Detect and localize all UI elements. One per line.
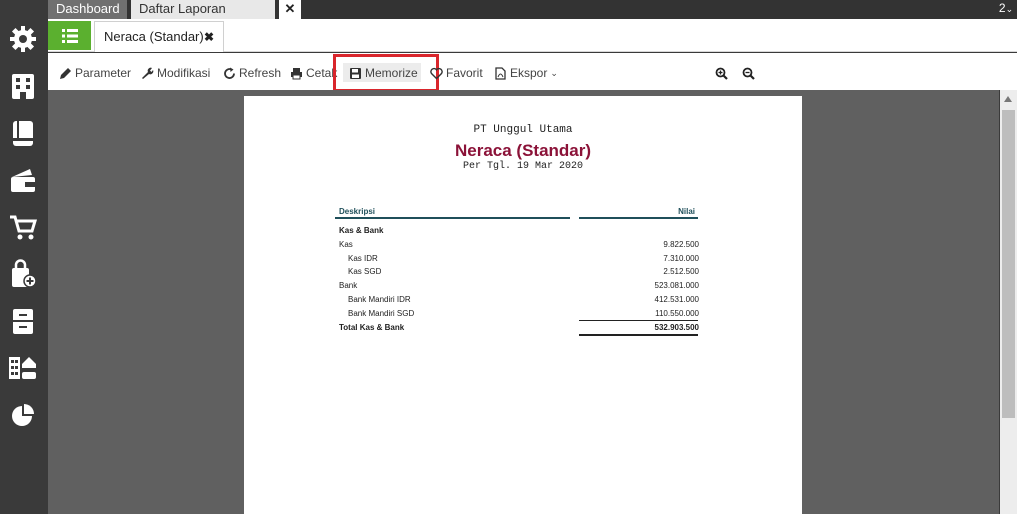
close-icon[interactable]: ✖: [204, 22, 214, 52]
report-viewer: PT Unggul Utama Neraca (Standar) Per Tgl…: [48, 90, 999, 514]
sidebar: [0, 0, 48, 514]
header-underline: [579, 217, 698, 219]
scroll-up-icon[interactable]: [1004, 96, 1012, 102]
pdf-export-icon: [495, 66, 506, 80]
ekspor-dropdown[interactable]: Ekspor ⌄: [494, 65, 558, 81]
parameter-button[interactable]: Parameter: [59, 65, 131, 81]
tab-neraca-standar[interactable]: Neraca (Standar) ✖: [94, 21, 224, 52]
app-window: Dashboard Daftar Laporan ✕ 2⌄ Neraca (St…: [0, 0, 1017, 514]
zoom-out-icon: [742, 67, 755, 80]
shopping-cart-icon[interactable]: [8, 212, 38, 242]
zoom-out-button[interactable]: [742, 65, 755, 81]
header-underline: [335, 217, 570, 219]
window-count-dropdown[interactable]: 2⌄: [995, 0, 1017, 19]
zoom-in-button[interactable]: [715, 65, 728, 81]
tab-daftar-laporan[interactable]: Daftar Laporan: [131, 0, 275, 19]
report-page: PT Unggul Utama Neraca (Standar) Per Tgl…: [244, 96, 802, 514]
table-row: Bank Mandiri IDR 412.531.000: [348, 295, 699, 304]
tab-dashboard[interactable]: Dashboard: [48, 0, 127, 19]
table-row: Kas 9.822.500: [339, 240, 699, 249]
table-row: Kas & Bank: [339, 226, 384, 235]
table-row: Bank 523.081.000: [339, 281, 699, 290]
scroll-thumb[interactable]: [1002, 110, 1015, 418]
ledger-book-icon[interactable]: [8, 118, 38, 148]
assets-building-car-icon[interactable]: [8, 353, 38, 383]
chevron-down-icon: ⌄: [550, 67, 558, 78]
list-icon: [61, 28, 78, 43]
list-menu-button[interactable]: [48, 21, 91, 50]
cabinet-icon[interactable]: [8, 306, 38, 336]
pencil-icon: [60, 67, 71, 79]
wrench-icon: [142, 67, 154, 79]
report-title: Neraca (Standar): [454, 141, 592, 160]
pie-chart-icon[interactable]: [8, 400, 38, 430]
total-top-line: [579, 320, 698, 321]
document-tab-row: Neraca (Standar) ✖: [48, 19, 1017, 52]
column-header-deskripsi: Deskripsi: [339, 207, 376, 216]
modifikasi-button[interactable]: Modifikasi: [141, 65, 210, 81]
cetak-button[interactable]: Cetak: [290, 65, 337, 81]
report-toolbar: Parameter Modifikasi Refresh Cetak Memor…: [48, 53, 1017, 92]
close-tab-icon[interactable]: ✕: [279, 0, 301, 19]
company-name: PT Unggul Utama: [473, 124, 573, 136]
top-tab-bar: Dashboard Daftar Laporan ✕ 2⌄: [48, 0, 1017, 19]
printer-icon: [291, 67, 302, 79]
refresh-icon: [224, 67, 235, 79]
total-bottom-line: [579, 334, 698, 336]
favorit-button[interactable]: Favorit: [430, 65, 483, 81]
refresh-button[interactable]: Refresh: [223, 65, 281, 81]
table-row: Kas SGD 2.512.500: [348, 267, 699, 276]
column-header-nilai: Nilai: [678, 207, 695, 216]
heart-icon: [430, 67, 443, 79]
window-count-label: 2: [998, 1, 1006, 15]
settings-gear-icon[interactable]: [8, 24, 38, 54]
tab-label: Neraca (Standar): [104, 29, 204, 44]
wallet-icon[interactable]: [8, 165, 38, 195]
table-row: Kas IDR 7.310.000: [348, 254, 699, 263]
vertical-scrollbar[interactable]: [1000, 90, 1017, 514]
zoom-in-icon: [715, 67, 728, 80]
building-icon[interactable]: [8, 71, 38, 101]
shopping-bag-add-icon[interactable]: [8, 259, 38, 289]
memorize-highlight-box: [333, 54, 439, 92]
report-date: Per Tgl. 19 Mar 2020: [462, 161, 584, 172]
